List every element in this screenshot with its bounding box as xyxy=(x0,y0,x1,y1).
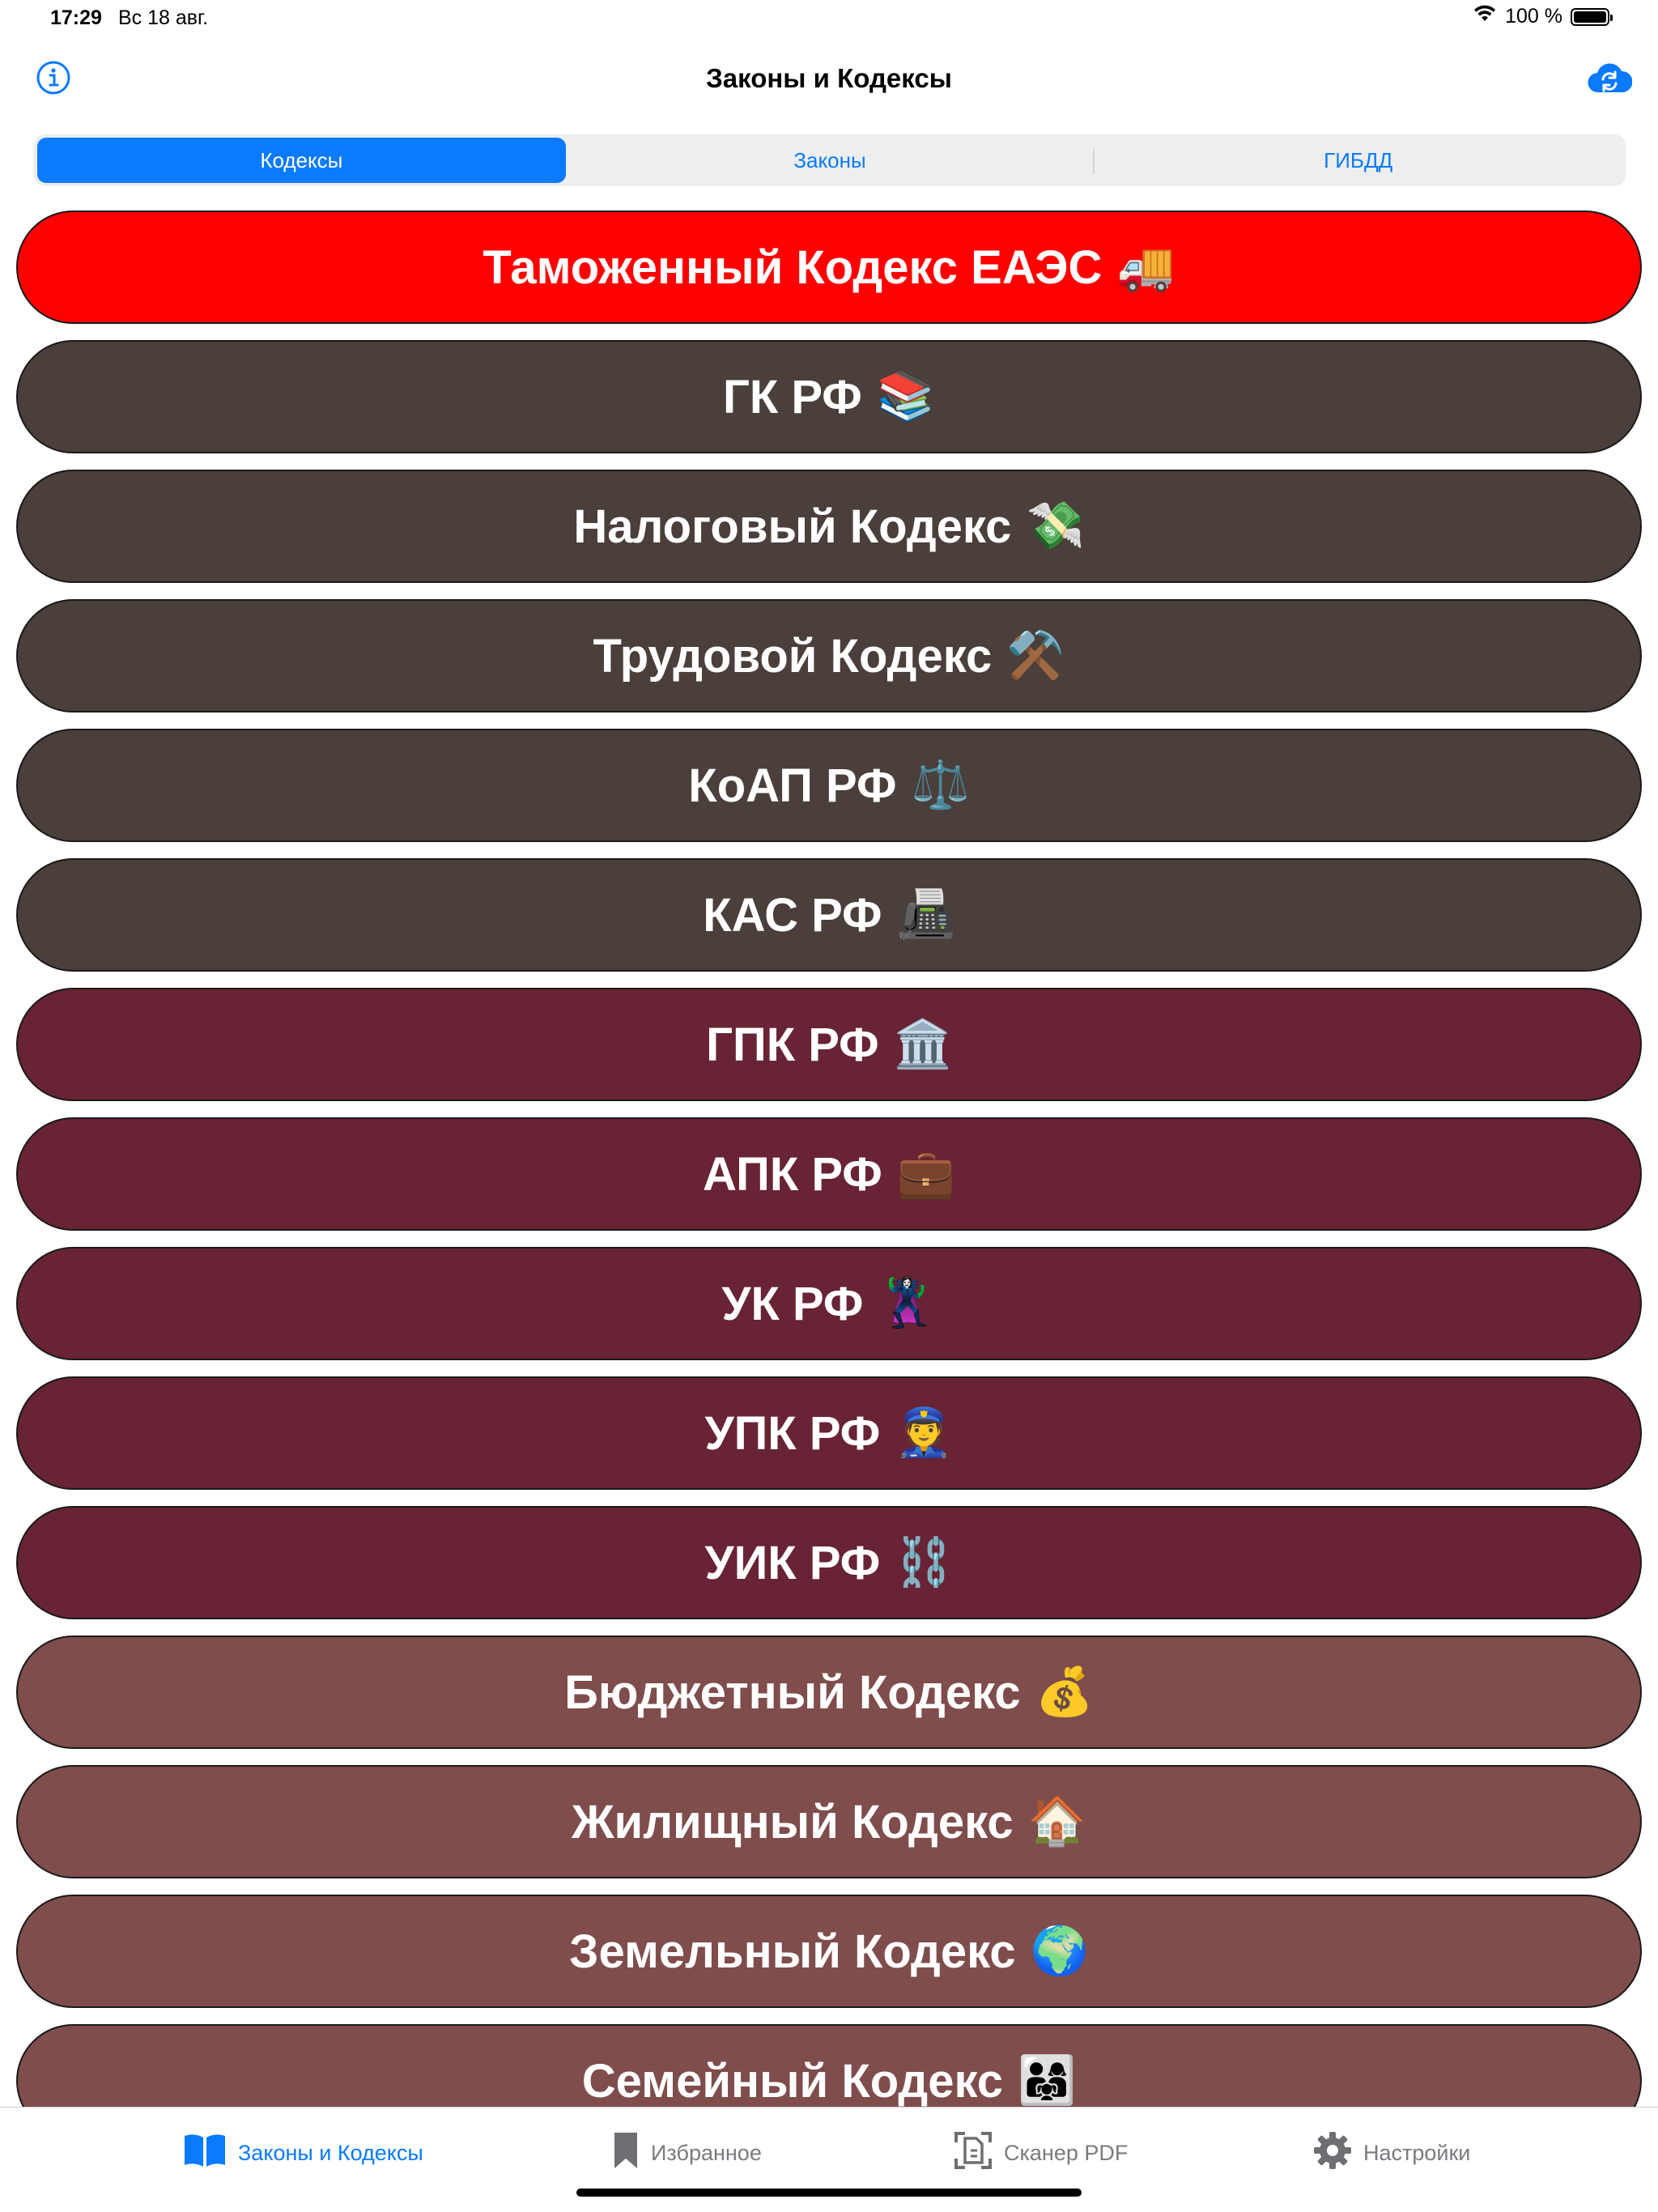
cloud-sync-icon xyxy=(1587,62,1633,98)
tab-favorites[interactable]: Избранное xyxy=(612,2130,762,2176)
code-button-labor[interactable]: Трудовой Кодекс ⚒️ xyxy=(16,599,1642,713)
code-button-apk[interactable]: АПК РФ 💼 xyxy=(16,1117,1642,1231)
navigation-bar: Законы и Кодексы xyxy=(0,49,1658,110)
tab-label: Избранное xyxy=(651,2140,762,2165)
code-label: Жилищный Кодекс xyxy=(572,1795,1014,1848)
code-label: УИК РФ xyxy=(704,1536,881,1589)
code-button-housing[interactable]: Жилищный Кодекс 🏠 xyxy=(16,1765,1642,1878)
code-label: Налоговый Кодекс xyxy=(573,500,1012,553)
tab-laws-codes[interactable]: Законы и Кодексы xyxy=(183,2130,423,2176)
app-screen: 17:29 Вс 18 авг. 100 % Законы и Кодексы … xyxy=(0,0,1658,2212)
family-icon: 👨‍👩‍👧 xyxy=(1017,2054,1077,2107)
supervillain-icon: 🦹‍♀️ xyxy=(878,1277,937,1329)
segment-codes[interactable]: Кодексы xyxy=(37,138,566,183)
courthouse-icon: 🏛️ xyxy=(893,1018,952,1070)
briefcase-icon: 💼 xyxy=(896,1147,955,1200)
code-label: КоАП РФ xyxy=(688,759,897,812)
money-bag-icon: 💰 xyxy=(1035,1665,1094,1718)
home-indicator xyxy=(576,2189,1082,2197)
code-button-gpk[interactable]: ГПК РФ 🏛️ xyxy=(16,988,1642,1101)
code-button-customs[interactable]: Таможенный Кодекс ЕАЭС 🚚 xyxy=(16,211,1642,324)
status-time: 17:29 xyxy=(50,6,102,29)
globe-icon: 🌍 xyxy=(1030,1925,1089,1977)
code-label: Бюджетный Кодекс xyxy=(564,1665,1021,1719)
code-button-kas[interactable]: КАС РФ 📠 xyxy=(16,858,1642,972)
battery-icon xyxy=(1571,7,1613,26)
cloud-sync-button[interactable] xyxy=(1587,57,1633,102)
code-button-koap[interactable]: КоАП РФ ⚖️ xyxy=(16,729,1642,842)
tab-label: Сканер PDF xyxy=(1004,2140,1129,2165)
status-date: Вс 18 авг. xyxy=(118,6,209,29)
code-button-land[interactable]: Земельный Кодекс 🌍 xyxy=(16,1895,1642,2008)
code-button-tax[interactable]: Налоговый Кодекс 💸 xyxy=(16,470,1642,583)
code-label: УК РФ xyxy=(721,1277,864,1330)
code-label: Таможенный Кодекс ЕАЭС xyxy=(483,240,1103,294)
code-button-uik[interactable]: УИК РФ ⛓️ xyxy=(16,1506,1642,1619)
code-button-gk[interactable]: ГК РФ 📚 xyxy=(16,340,1642,453)
money-wings-icon: 💸 xyxy=(1026,500,1085,552)
status-right: 100 % xyxy=(1473,5,1613,28)
code-label: АПК РФ xyxy=(703,1147,882,1201)
code-label: Семейный Кодекс xyxy=(581,2054,1003,2108)
police-officer-icon: 👮 xyxy=(895,1406,954,1459)
scales-icon: ⚖️ xyxy=(911,759,970,811)
code-button-budget[interactable]: Бюджетный Кодекс 💰 xyxy=(16,1636,1642,1749)
truck-icon: 🚚 xyxy=(1116,240,1175,293)
code-label: ГК РФ xyxy=(722,370,862,423)
book-icon xyxy=(183,2133,227,2174)
gear-icon xyxy=(1313,2131,1352,2176)
segment-gibdd[interactable]: ГИБДД xyxy=(1094,138,1622,183)
fax-icon: 📠 xyxy=(896,888,955,941)
code-label: ГПК РФ xyxy=(706,1018,879,1071)
code-label: Трудовой Кодекс xyxy=(593,629,993,683)
page-title: Законы и Кодексы xyxy=(706,63,952,93)
code-label: УПК РФ xyxy=(704,1406,881,1460)
hammer-pick-icon: ⚒️ xyxy=(1006,629,1065,682)
code-button-upk[interactable]: УПК РФ 👮 xyxy=(16,1376,1642,1490)
house-icon: 🏠 xyxy=(1027,1795,1086,1848)
code-label: КАС РФ xyxy=(703,888,882,942)
wifi-icon xyxy=(1473,5,1497,28)
scanner-icon xyxy=(954,2131,993,2176)
books-icon: 📚 xyxy=(876,370,936,423)
tab-settings[interactable]: Настройки xyxy=(1313,2130,1470,2176)
tab-label: Настройки xyxy=(1363,2140,1471,2165)
bookmark-icon xyxy=(612,2131,640,2176)
category-segmented-control: Кодексы Законы ГИБДД xyxy=(34,134,1626,186)
status-bar: 17:29 Вс 18 авг. 100 % xyxy=(0,0,1658,39)
segment-laws[interactable]: Законы xyxy=(566,138,1095,183)
tab-pdf-scanner[interactable]: Сканер PDF xyxy=(954,2130,1128,2176)
tab-label: Законы и Кодексы xyxy=(238,2140,423,2165)
chains-icon: ⛓️ xyxy=(895,1536,954,1589)
code-button-uk[interactable]: УК РФ 🦹‍♀️ xyxy=(16,1247,1642,1360)
code-label: Земельный Кодекс xyxy=(569,1925,1016,1978)
battery-percent: 100 % xyxy=(1505,5,1562,28)
